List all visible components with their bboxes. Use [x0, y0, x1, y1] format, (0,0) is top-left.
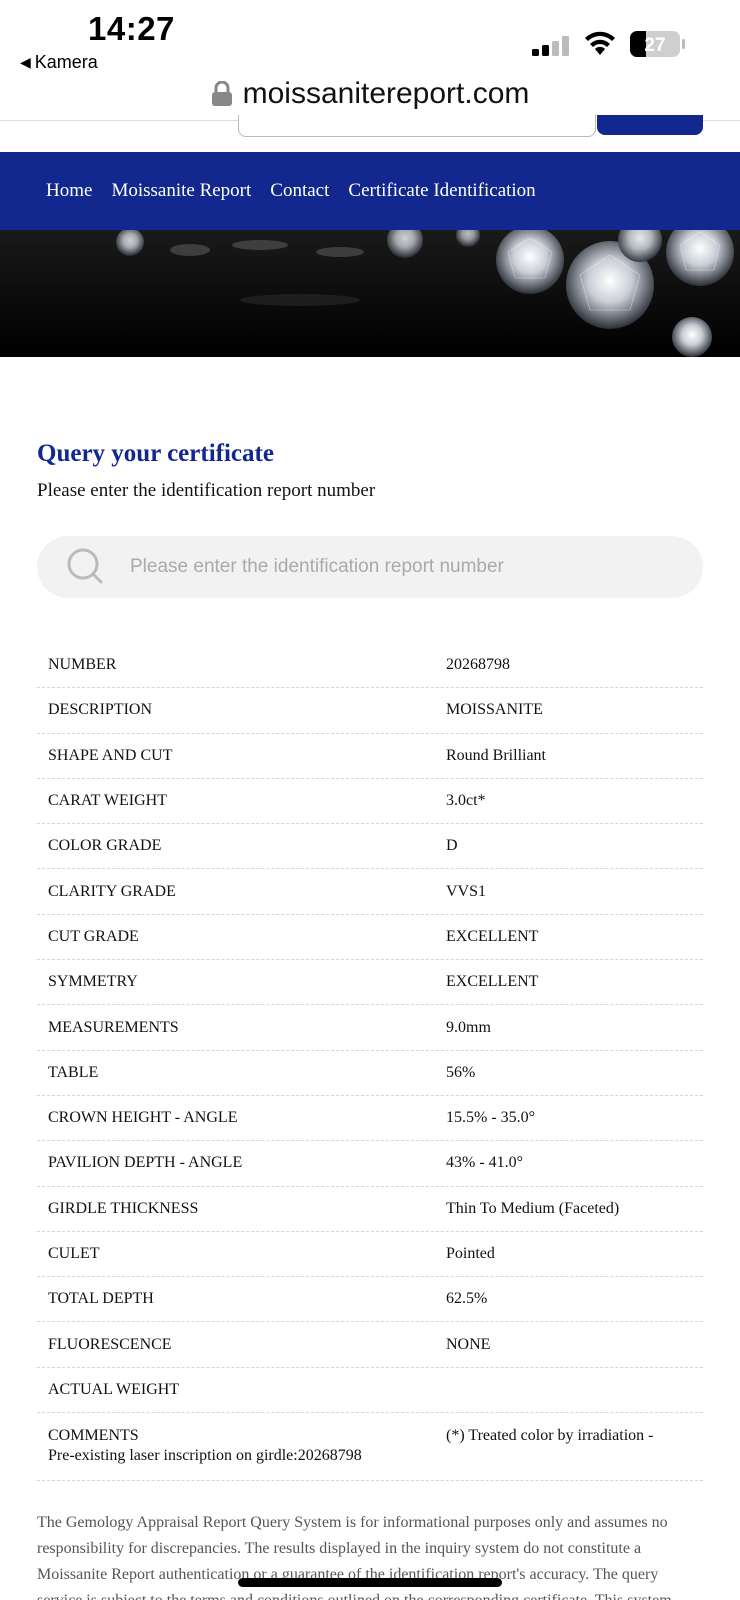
lock-icon: [211, 81, 232, 106]
row-label: CARAT WEIGHT: [48, 792, 167, 810]
row-value: 3.0ct*: [446, 792, 486, 810]
address-bar[interactable]: moissanitereport.com: [0, 68, 740, 120]
url-text: moissanitereport.com: [242, 77, 530, 110]
row-label: PAVILION DEPTH - ANGLE: [48, 1154, 243, 1172]
home-indicator[interactable]: [238, 1578, 502, 1587]
clock: 14:27: [88, 10, 175, 47]
nav-moissanite-report[interactable]: Moissanite Report: [111, 180, 251, 202]
row-value: MOISSANITE: [446, 701, 543, 719]
row-value: EXCELLENT: [446, 973, 539, 991]
battery-level: 27: [644, 35, 665, 56]
report-row: MEASUREMENTS 9.0mm: [37, 1005, 703, 1051]
comments-label: COMMENTS: [48, 1427, 139, 1445]
nav-certificate-identification[interactable]: Certificate Identification: [348, 180, 535, 202]
report-row: TABLE 56%: [37, 1051, 703, 1096]
row-value: 9.0mm: [446, 1018, 491, 1036]
row-value: 20268798: [446, 656, 510, 674]
row-label: FLUORESCENCE: [48, 1335, 172, 1353]
query-subtitle: Please enter the identification report n…: [37, 480, 376, 501]
row-value: EXCELLENT: [446, 927, 539, 945]
report-row: CUT GRADE EXCELLENT: [37, 915, 703, 961]
nav-home[interactable]: Home: [46, 180, 92, 202]
row-label: TABLE: [48, 1063, 99, 1081]
row-label: COLOR GRADE: [48, 837, 162, 855]
report-row-comments: COMMENTS (*) Treated color by irradiatio…: [37, 1413, 703, 1482]
report-row: CLARITY GRADE VVS1: [37, 869, 703, 915]
nav-contact[interactable]: Contact: [270, 180, 329, 202]
row-value: Thin To Medium (Faceted): [446, 1199, 620, 1217]
row-value: Pointed: [446, 1245, 495, 1262]
row-value: D: [446, 837, 458, 855]
row-label: MEASUREMENTS: [48, 1018, 179, 1036]
battery-icon: 27: [630, 31, 685, 57]
row-label: CLARITY GRADE: [48, 882, 176, 900]
report-number-input[interactable]: [130, 556, 670, 578]
row-label: DESCRIPTION: [48, 701, 153, 719]
comments-value: (*) Treated color by irradiation -: [446, 1427, 654, 1445]
report-row: CULET Pointed: [37, 1232, 703, 1278]
report-row: CROWN HEIGHT - ANGLE 15.5% - 35.0°: [37, 1096, 703, 1142]
row-label: CULET: [48, 1245, 100, 1262]
report-row: TOTAL DEPTH 62.5%: [37, 1277, 703, 1323]
wifi-icon: [585, 31, 615, 55]
page-header-partial: [0, 115, 740, 152]
search-icon[interactable]: [66, 547, 106, 587]
row-label: TOTAL DEPTH: [48, 1290, 154, 1308]
row-label: SYMMETRY: [48, 973, 138, 991]
comments-inscription: Pre-existing laser inscription on girdle…: [48, 1447, 362, 1465]
report-row: GIRDLE THICKNESS Thin To Medium (Faceted): [37, 1187, 703, 1232]
certificate-report-table: NUMBER 20268798 DESCRIPTION MOISSANITE SHA…: [37, 643, 703, 1482]
row-value: 43% - 41.0°: [446, 1154, 524, 1172]
row-value: 56%: [446, 1063, 476, 1081]
report-row: SYMMETRY EXCELLENT: [37, 960, 703, 1006]
header-search-input-partial[interactable]: [238, 115, 596, 137]
report-row: SHAPE AND CUT Round Brilliant: [37, 734, 703, 779]
main-nav: Home Moissanite Report Contact Certifica…: [0, 152, 740, 230]
report-search-box: [37, 536, 703, 598]
report-row: COLOR GRADE D: [37, 824, 703, 870]
row-label: GIRDLE THICKNESS: [48, 1199, 199, 1217]
row-label: CUT GRADE: [48, 927, 139, 945]
header-search-button-partial[interactable]: [597, 115, 703, 135]
row-value: Round Brilliant: [446, 746, 546, 764]
report-row: DESCRIPTION MOISSANITE: [37, 688, 703, 734]
row-label: ACTUAL WEIGHT: [48, 1380, 180, 1398]
row-value: 15.5% - 35.0°: [446, 1109, 536, 1127]
row-label: CROWN HEIGHT - ANGLE: [48, 1109, 238, 1127]
report-row: FLUORESCENCE NONE: [37, 1322, 703, 1368]
row-value: 62.5%: [446, 1290, 488, 1308]
report-row: PAVILION DEPTH - ANGLE 43% - 41.0°: [37, 1141, 703, 1187]
report-row: NUMBER 20268798: [37, 643, 703, 689]
row-label: NUMBER: [48, 656, 117, 674]
hero-banner-diamonds-image: [0, 230, 740, 357]
row-value: NONE: [446, 1335, 491, 1353]
report-row: CARAT WEIGHT 3.0ct*: [37, 779, 703, 825]
row-label: SHAPE AND CUT: [48, 746, 173, 764]
report-row: ACTUAL WEIGHT: [37, 1368, 703, 1414]
row-value: VVS1: [446, 882, 487, 900]
query-title: Query your certificate: [37, 440, 274, 467]
cellular-signal-icon: [532, 36, 569, 56]
